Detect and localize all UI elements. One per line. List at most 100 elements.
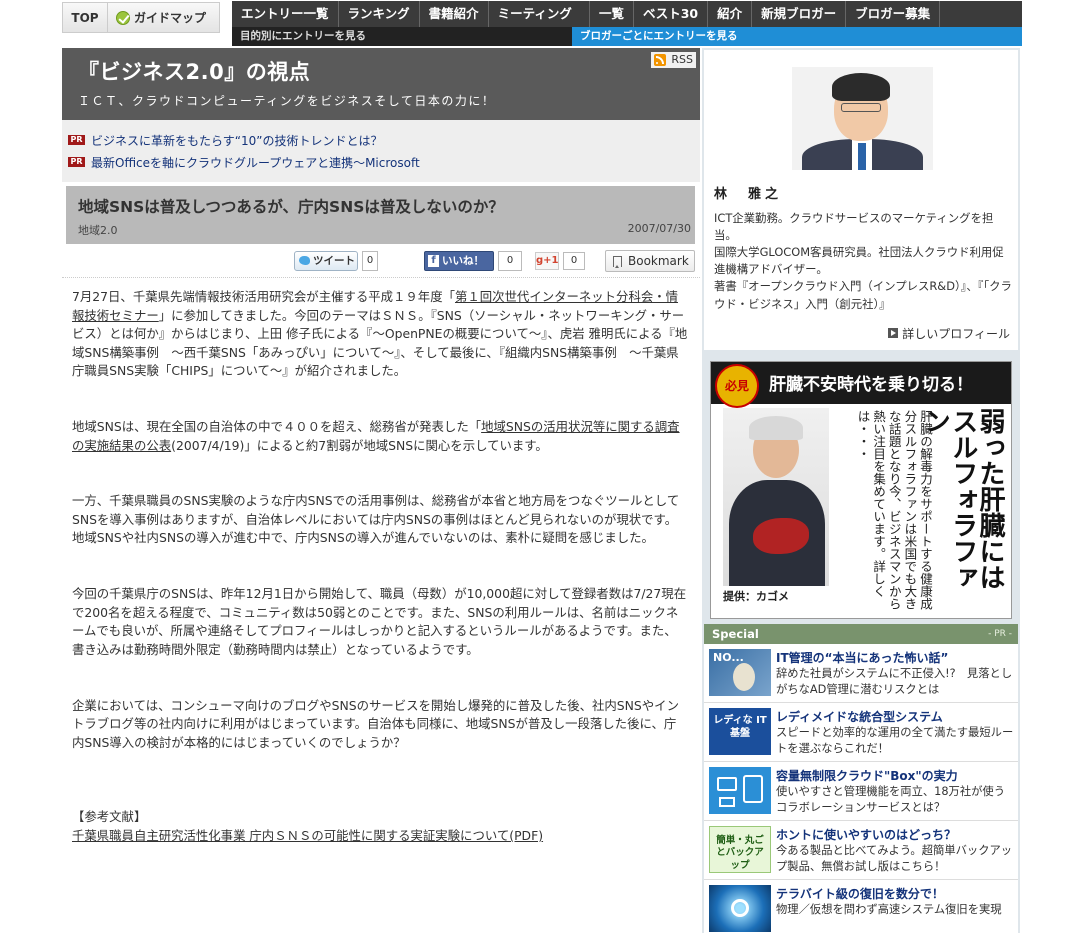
- pr-link[interactable]: ビジネスに革新をもたらす“10”の技術トレンドとは？: [91, 132, 382, 149]
- pr-item: PR 最新Officeを軸にクラウドグループウェアと連携〜Microsoft: [62, 151, 700, 173]
- bio-line: ICT企業勤務。クラウドサービスのマーケティングを担当。: [714, 211, 994, 243]
- social-buttons: ツイート 0 f いいね！ 0 g+1 0 Bookmark: [62, 248, 700, 278]
- facebook-like-button[interactable]: f いいね！: [424, 251, 494, 271]
- profile-detail-label: 詳しいプロフィール: [902, 327, 1010, 341]
- paragraph: 企業においては、コンシューマ向けのブログやSNSのサービスを開始し爆発的に普及し…: [72, 697, 679, 750]
- paragraph: 今回の千葉県庁のSNSは、昨年12月1日から開始して、職員（母数）が10,000…: [72, 586, 687, 657]
- rss-link[interactable]: RSS: [651, 52, 696, 68]
- ad-man-image: [723, 408, 829, 586]
- guide-map-link[interactable]: ガイドマップ: [108, 2, 220, 33]
- profile-photo: [792, 67, 933, 170]
- top-navigation: TOP ガイドマップ エントリー一覧 ランキング 書籍紹介 ミーティング 一覧 …: [0, 0, 1065, 47]
- nav-ranking[interactable]: ランキング: [339, 1, 420, 27]
- list-item: レディな IT基盤 レディメイドな統合型システム スピードと効率的な運用の全て満…: [704, 703, 1018, 762]
- check-leaf-icon: [116, 11, 130, 25]
- nav-new-blogger[interactable]: 新規ブロガー: [752, 1, 847, 27]
- article-header: 地域SNSは普及しつつあるが、庁内SNSは普及しないのか？ 地域2.0 2007…: [66, 186, 695, 244]
- profile-box: 林 雅之 ICT企業勤務。クラウドサービスのマーケティングを担当。 国際大学GL…: [704, 50, 1018, 350]
- thumb-text: レディな IT基盤: [713, 715, 767, 739]
- special-link[interactable]: テラバイト級の復旧を数分で！: [776, 885, 944, 902]
- special-link[interactable]: 容量無制限クラウド"Box"の実力: [776, 767, 958, 784]
- special-link[interactable]: IT管理の“本当にあった怖い話”: [776, 649, 948, 666]
- main-menu: エントリー一覧 ランキング 書籍紹介 ミーティング 一覧 ベスト30 紹介 新規…: [232, 1, 1022, 27]
- top-link[interactable]: TOP: [62, 2, 108, 33]
- pr-badge: PR: [68, 157, 85, 167]
- sub-by-blogger[interactable]: ブロガーごとにエントリーを見る: [572, 27, 1022, 46]
- recovery-thumbnail-icon[interactable]: [709, 885, 771, 932]
- article-category[interactable]: 地域2.0: [78, 222, 118, 238]
- sub-by-purpose[interactable]: 目的別にエントリーを見る: [232, 27, 572, 46]
- ad-headline: 肝臓不安時代を乗り切る！: [769, 375, 973, 395]
- special-desc: 使いやすさと管理機能を両立、18万社が使うコラボレーションサービスとは？: [776, 785, 1006, 814]
- rss-icon: [654, 54, 667, 66]
- article-body: 7月27日、千葉県先端情報技術活用研究会が主催する平成１９年度「第１回次世代イン…: [62, 278, 700, 846]
- backup-thumbnail-icon[interactable]: 簡単・丸ごとバックアップ: [709, 826, 771, 873]
- twitter-bird-icon: [299, 256, 310, 265]
- special-link[interactable]: ホントに使いやすいのはどっち？: [776, 826, 956, 843]
- bookmark-label: Bookmark: [628, 254, 689, 268]
- text: 」に参加してきました。今回のテーマはＳＮＳ。『SNS（ソーシャル・ネットワーキン…: [72, 307, 688, 379]
- guide-map-label: ガイドマップ: [134, 11, 207, 25]
- special-link[interactable]: レディメイドな統合型システム: [776, 708, 943, 725]
- pr-links: PR ビジネスに革新をもたらす“10”の技術トレンドとは？ PR 最新Offic…: [62, 120, 700, 182]
- text: 地域SNSは、現在全国の自治体の中で４００を超え、総務省が発表した「: [72, 419, 482, 435]
- kagome-banner-ad[interactable]: 肝臓不安時代を乗り切る！ 必見 提供：カゴメ 肝臓の解毒力をサポートする健康成分…: [710, 361, 1012, 619]
- nav-books[interactable]: 書籍紹介: [420, 1, 489, 27]
- ad-big-copy: 弱った肝臓にはスルフォラファン: [920, 408, 1005, 590]
- text: (2007/4/19)」によると約7割弱が地域SNSに関心を示しています。: [171, 437, 548, 453]
- ad-badge: 必見: [715, 364, 759, 408]
- nav-entries[interactable]: エントリー一覧: [232, 1, 339, 27]
- nav-intro[interactable]: 紹介: [708, 1, 753, 27]
- special-pr-label: - PR -: [988, 629, 1012, 639]
- main-column: 『ビジネス2.0』の視点 ＩＣＴ、クラウドコンピューティングをビジネスそして日本…: [62, 48, 700, 846]
- sub-menu: 目的別にエントリーを見る ブロガーごとにエントリーを見る: [232, 27, 1022, 46]
- thumb-text: NO...: [713, 651, 744, 664]
- bio-line: 国際大学GLOCOM客員研究員。社団法人クラウド利用促進機構アドバイザー。: [714, 245, 1004, 277]
- blog-subtitle: ＩＣＴ、クラウドコンピューティングをビジネスそして日本の力に！: [78, 94, 496, 108]
- list-item: 簡単・丸ごとバックアップ ホントに使いやすいのはどっち？ 今ある製品と比べてみよ…: [704, 821, 1018, 880]
- references-heading: 【参考文献】: [72, 809, 147, 825]
- nav-blogger-list[interactable]: 一覧: [588, 1, 634, 27]
- blog-title[interactable]: 『ビジネス2.0』の視点: [78, 56, 310, 86]
- special-desc: 今ある製品と比べてみよう。超簡単バックアップ製品、無償お試し版はこちら！: [776, 844, 1013, 873]
- text: 7月27日、千葉県先端情報技術活用研究会が主催する平成１９年度「: [72, 289, 455, 304]
- profile-name: 林 雅之: [714, 187, 783, 202]
- pr-link[interactable]: 最新Officeを軸にクラウドグループウェアと連携〜Microsoft: [91, 154, 420, 171]
- profile-bio: ICT企業勤務。クラウドサービスのマーケティングを担当。 国際大学GLOCOM客…: [714, 210, 1012, 313]
- thumb-text: 簡単・丸ごとバックアップ: [716, 835, 764, 871]
- special-list: NO... IT管理の“本当にあった怖い話” 辞めた社員がシステムに不正侵入!?…: [704, 644, 1018, 933]
- like-label: いいね！: [442, 255, 484, 267]
- tweet-count: 0: [362, 251, 378, 271]
- pr-badge: PR: [68, 135, 85, 145]
- bookmark-button[interactable]: Bookmark: [605, 250, 695, 272]
- article-date: 2007/07/30: [627, 222, 691, 235]
- profile-detail-link[interactable]: 詳しいプロフィール: [888, 325, 1010, 342]
- ad-credit: 提供：カゴメ: [723, 590, 789, 603]
- sidebar: 林 雅之 ICT企業勤務。クラウドサービスのマーケティングを担当。 国際大学GL…: [702, 48, 1020, 933]
- gplus-count: 0: [563, 252, 585, 270]
- bookmark-icon: [613, 256, 622, 268]
- blog-header: 『ビジネス2.0』の視点 ＩＣＴ、クラウドコンピューティングをビジネスそして日本…: [62, 48, 700, 120]
- tweet-button[interactable]: ツイート: [294, 251, 358, 271]
- rss-label: RSS: [671, 53, 693, 66]
- paragraph: 7月27日、千葉県先端情報技術活用研究会が主催する平成１９年度「第１回次世代イン…: [72, 288, 688, 381]
- special-desc: 辞めた社員がシステムに不正侵入!? 見落としがちなAD管理に潜むリスクとは: [776, 667, 1013, 696]
- facebook-icon: f: [428, 255, 439, 267]
- like-count: 0: [498, 251, 522, 271]
- list-item: NO... IT管理の“本当にあった怖い話” 辞めた社員がシステムに不正侵入!?…: [704, 644, 1018, 703]
- nav-meeting[interactable]: ミーティング: [489, 1, 581, 27]
- article-title[interactable]: 地域SNSは普及しつつあるが、庁内SNSは普及しないのか？: [78, 195, 504, 217]
- paragraph: 地域SNSは、現在全国の自治体の中で４００を超え、総務省が発表した「地域SNSの…: [72, 418, 688, 455]
- special-title: Special: [712, 627, 759, 641]
- cloud-devices-thumbnail-icon[interactable]: [709, 767, 771, 814]
- nav-recruit-blogger[interactable]: ブロガー募集: [846, 1, 941, 27]
- tweet-label: ツイート: [313, 255, 355, 267]
- scream-thumbnail-icon[interactable]: NO...: [709, 649, 771, 696]
- google-plus-button[interactable]: g+1: [535, 252, 559, 270]
- special-desc: スピードと効率的な運用の全て満たす最短ルートを選ぶならこれだ！: [776, 726, 1014, 755]
- reference-pdf-link[interactable]: 千葉県職員自主研究活性化事業 庁内ＳＮＳの可能性に関する実証実験について(PDF…: [72, 828, 543, 843]
- special-desc: 物理／仮想を問わず高速システム復旧を実現: [776, 903, 1002, 916]
- list-item: テラバイト級の復旧を数分で！ 物理／仮想を問わず高速システム復旧を実現: [704, 880, 1018, 933]
- ready-it-thumbnail-icon[interactable]: レディな IT基盤: [709, 708, 771, 755]
- nav-best30[interactable]: ベスト30: [634, 1, 709, 27]
